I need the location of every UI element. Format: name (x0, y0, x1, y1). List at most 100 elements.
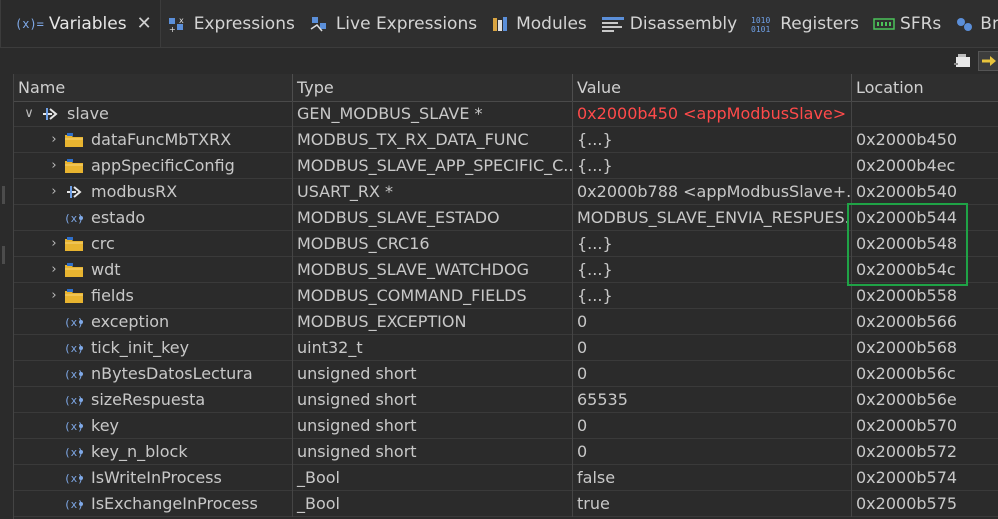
gutter-marker (2, 246, 5, 264)
type-cell: MODBUS_TX_RX_DATA_FUNC (293, 127, 573, 153)
table-row[interactable]: › fields MODBUS_COMMAND_FIELDS {...} 0x2000b… (14, 283, 998, 309)
chevron-right-icon[interactable]: › (47, 257, 61, 282)
location-cell: 0x2000b56e (856, 390, 957, 409)
variable-name: IsExchangeInProcess (91, 494, 258, 513)
table-row[interactable]: (x) tick_init_key uint32_t 0 0x2000b568 (14, 335, 998, 361)
column-header-name[interactable]: Name (14, 74, 293, 101)
name-cell: › dataFuncMbTXRX (14, 127, 293, 153)
struct-folder-icon (64, 234, 84, 253)
tab-registers[interactable]: 1010 0101 Registers (745, 0, 867, 47)
name-cell: ∨ slave (14, 101, 293, 127)
name-cell: › modbusRX (14, 179, 293, 205)
chevron-down-icon[interactable]: ∨ (22, 101, 36, 126)
value-cell[interactable]: false (573, 465, 852, 491)
tab-disassembly[interactable]: Disassembly (595, 0, 745, 47)
value-cell[interactable]: 0 (573, 439, 852, 465)
value-cell[interactable]: {...} (573, 257, 852, 283)
table-row[interactable]: (x) exception MODBUS_EXCEPTION 0 0x2000b566 (14, 309, 998, 335)
location-cell: 0x2000b4ec (856, 156, 956, 175)
variables-tree-table[interactable]: Name Type Value Location ∨ slave GEN_MODBU… (13, 74, 998, 519)
type-cell: MODBUS_SLAVE_ESTADO (293, 205, 573, 231)
value-cell[interactable]: 0 (573, 309, 852, 335)
type-cell: MODBUS_SLAVE_APP_SPECIFIC_C... (293, 153, 573, 179)
table-row[interactable]: (x) key unsigned short 0 0x2000b570 (14, 413, 998, 439)
tab-sfrs[interactable]: SFRs (867, 0, 949, 47)
table-row[interactable]: (x) IsWriteInProcess _Bool false 0x2000b574 (14, 465, 998, 491)
location-cell: 0x2000b568 (856, 338, 958, 357)
svg-text:1010: 1010 (751, 16, 770, 25)
column-header-value[interactable]: Value (573, 74, 852, 101)
expressions-icon: x + (167, 15, 189, 33)
value-cell[interactable]: 0x2000b450 <appModbusSlave> (573, 101, 852, 127)
registers-icon: 1010 0101 (751, 14, 775, 34)
pointer-icon (64, 182, 84, 201)
tab-variables-label: Variables (48, 13, 127, 34)
column-header-type[interactable]: Type (293, 74, 573, 101)
type-cell: unsigned short (293, 361, 573, 387)
table-row[interactable]: (x) nBytesDatosLectura unsigned short 0 0x20… (14, 361, 998, 387)
location-cell: 0x2000b572 (856, 442, 958, 461)
collapse-all-button[interactable] (952, 51, 974, 71)
value-cell[interactable]: {...} (573, 153, 852, 179)
chevron-right-icon[interactable]: › (47, 283, 61, 308)
chevron-right-icon[interactable]: › (47, 179, 61, 204)
variable-icon: (x) (64, 338, 84, 357)
arrow-right-icon (982, 56, 996, 66)
tab-breakpoints-label: Breakp (980, 13, 998, 34)
struct-folder-icon (64, 156, 84, 175)
tab-registers-label: Registers (780, 13, 860, 34)
table-row[interactable]: › appSpecificConfig MODBUS_SLAVE_APP_SPECI… (14, 153, 998, 179)
value-cell[interactable]: 0 (573, 413, 852, 439)
tab-expressions-label: Expressions (193, 13, 295, 34)
table-row[interactable]: › wdt MODBUS_SLAVE_WATCHDOG {...} 0x2000b54c (14, 257, 998, 283)
location-cell: 0x2000b540 (856, 182, 958, 201)
location-cell: 0x2000b544 (856, 208, 958, 227)
tab-breakpoints[interactable]: Breakp (949, 0, 998, 47)
table-row[interactable]: (x) estado MODBUS_SLAVE_ESTADO MODBUS_SLAVE… (14, 205, 998, 231)
table-row[interactable]: › dataFuncMbTXRX MODBUS_TX_RX_DATA_FUNC {..… (14, 127, 998, 153)
tab-modules[interactable]: Modules (485, 0, 595, 47)
type-cell: MODBUS_COMMAND_FIELDS (293, 283, 573, 309)
table-row[interactable]: (x) IsExchangeInProcess _Bool true 0x2000b57… (14, 491, 998, 517)
table-row[interactable]: › modbusRX USART_RX * 0x2000b788 <appModbus… (14, 179, 998, 205)
table-header: Name Type Value Location (14, 74, 998, 102)
chevron-right-icon[interactable]: › (47, 153, 61, 178)
disassembly-icon (601, 15, 625, 33)
value-cell[interactable]: 0x2000b788 <appModbusSlave+... (573, 179, 852, 205)
value-cell[interactable]: 65535 (573, 387, 852, 413)
location-cell: 0x2000b575 (856, 494, 958, 513)
location-cell: 0x2000b566 (856, 312, 958, 331)
live-expressions-icon (309, 15, 331, 33)
value-cell[interactable]: true (573, 491, 852, 517)
close-icon[interactable]: ✕ (137, 13, 152, 34)
value-cell[interactable]: MODBUS_SLAVE_ENVIA_RESPUES... (573, 205, 852, 231)
type-cell: USART_RX * (293, 179, 573, 205)
chevron-right-icon[interactable]: › (47, 127, 61, 152)
svg-text:+: + (169, 25, 176, 33)
column-header-location[interactable]: Location (852, 74, 998, 101)
chevron-right-icon[interactable]: › (47, 231, 61, 256)
tab-variables[interactable]: (x)= Variables ✕ (0, 0, 161, 47)
show-type-names-button[interactable] (978, 51, 998, 71)
table-row[interactable]: ∨ slave GEN_MODBUS_SLAVE * 0x2000b450 <appM… (14, 101, 998, 127)
name-cell: (x) key (14, 413, 293, 439)
table-row[interactable]: (x) key_n_block unsigned short 0 0x2000b572 (14, 439, 998, 465)
value-cell[interactable]: 0 (573, 335, 852, 361)
name-cell: (x) estado (14, 205, 293, 231)
tab-expressions[interactable]: x + Expressions (161, 0, 303, 47)
value-cell[interactable]: {...} (573, 283, 852, 309)
type-cell: MODBUS_SLAVE_WATCHDOG (293, 257, 573, 283)
tab-live-expressions[interactable]: Live Expressions (303, 0, 485, 47)
location-cell: 0x2000b548 (856, 234, 958, 253)
table-row[interactable]: (x) sizeRespuesta unsigned short 65535 0x200… (14, 387, 998, 413)
type-cell: GEN_MODBUS_SLAVE * (293, 101, 573, 127)
struct-folder-icon (64, 130, 84, 149)
variables-icon: (x)= (15, 16, 44, 31)
table-row[interactable]: › crc MODBUS_CRC16 {...} 0x2000b548 (14, 231, 998, 257)
svg-text:0101: 0101 (751, 25, 770, 34)
value-cell[interactable]: 0 (573, 361, 852, 387)
location-cell: 0x2000b570 (856, 416, 958, 435)
value-cell[interactable]: {...} (573, 231, 852, 257)
variable-name: tick_init_key (91, 338, 190, 357)
value-cell[interactable]: {...} (573, 127, 852, 153)
